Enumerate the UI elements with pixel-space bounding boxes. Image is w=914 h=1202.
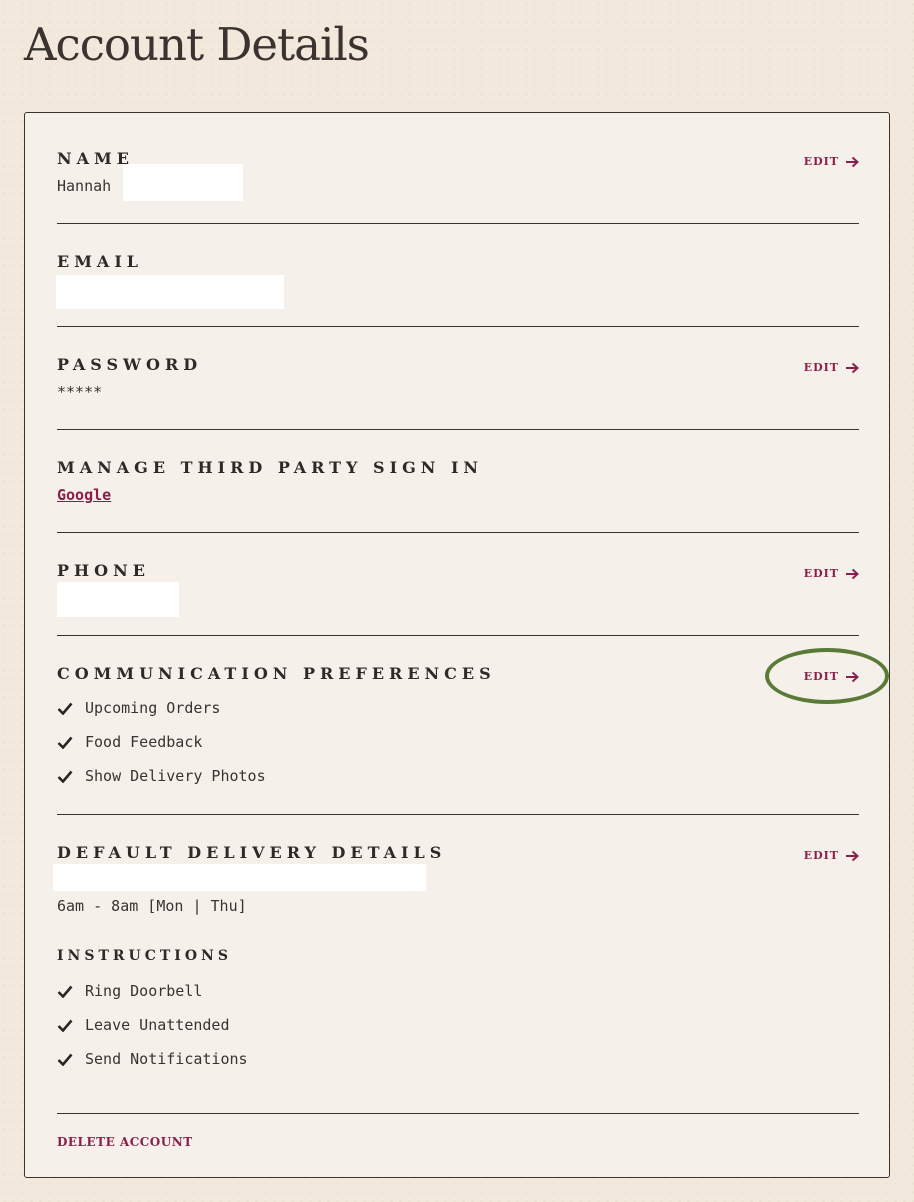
phone-redaction	[57, 582, 179, 617]
edit-name-button[interactable]: EDIT	[804, 155, 859, 168]
arrow-right-icon	[846, 671, 859, 682]
divider	[57, 1113, 859, 1114]
preference-item: Show Delivery Photos	[57, 767, 266, 785]
password-label: PASSWORD	[57, 355, 203, 374]
check-icon	[57, 1053, 73, 1066]
edit-label: EDIT	[803, 567, 839, 580]
preference-label: Show Delivery Photos	[85, 767, 266, 785]
instruction-item: Send Notifications	[57, 1050, 248, 1068]
divider	[57, 326, 859, 327]
edit-label: EDIT	[803, 670, 839, 683]
instruction-label: Send Notifications	[85, 1050, 248, 1068]
divider	[57, 814, 859, 815]
divider	[57, 532, 859, 533]
arrow-right-icon	[846, 362, 859, 373]
delivery-window: 6am - 8am [Mon | Thu]	[57, 897, 247, 915]
arrow-right-icon	[846, 156, 859, 167]
delivery-label: DEFAULT DELIVERY DETAILS	[57, 843, 447, 862]
edit-label: EDIT	[803, 361, 839, 374]
check-icon	[57, 770, 73, 783]
password-value: *****	[57, 383, 103, 401]
edit-password-button[interactable]: EDIT	[804, 361, 859, 374]
preference-item: Food Feedback	[57, 733, 202, 751]
instruction-item: Leave Unattended	[57, 1016, 230, 1034]
instruction-label: Leave Unattended	[85, 1016, 230, 1034]
check-icon	[57, 1019, 73, 1032]
arrow-right-icon	[846, 850, 859, 861]
preference-item: Upcoming Orders	[57, 699, 220, 717]
third-party-label: MANAGE THIRD PARTY SIGN IN	[57, 458, 484, 477]
communication-label: COMMUNICATION PREFERENCES	[57, 664, 496, 683]
phone-label: PHONE	[57, 561, 150, 580]
preference-label: Food Feedback	[85, 733, 203, 751]
instructions-label: INSTRUCTIONS	[57, 948, 232, 964]
preference-label: Upcoming Orders	[85, 699, 221, 717]
name-value: Hannah	[57, 177, 112, 195]
divider	[57, 429, 859, 430]
name-redaction	[123, 164, 243, 201]
account-details-card: NAME Hannah EDIT EMAIL PASSWORD ***** ED…	[24, 112, 890, 1178]
edit-label: EDIT	[803, 155, 839, 168]
email-redaction	[56, 275, 284, 309]
divider	[57, 635, 859, 636]
check-icon	[57, 985, 73, 998]
check-icon	[57, 736, 73, 749]
edit-delivery-button[interactable]: EDIT	[804, 849, 859, 862]
edit-label: EDIT	[803, 849, 839, 862]
check-icon	[57, 702, 73, 715]
divider	[57, 223, 859, 224]
instruction-label: Ring Doorbell	[85, 982, 203, 1000]
arrow-right-icon	[846, 568, 859, 579]
address-redaction	[53, 864, 426, 891]
delete-account-button[interactable]: DELETE ACCOUNT	[57, 1135, 193, 1149]
instruction-item: Ring Doorbell	[57, 982, 202, 1000]
edit-phone-button[interactable]: EDIT	[804, 567, 859, 580]
email-label: EMAIL	[57, 252, 144, 271]
page-title: Account Details	[24, 18, 370, 71]
edit-communication-button[interactable]: EDIT	[804, 670, 859, 683]
google-sign-in-link[interactable]: Google	[57, 486, 111, 504]
